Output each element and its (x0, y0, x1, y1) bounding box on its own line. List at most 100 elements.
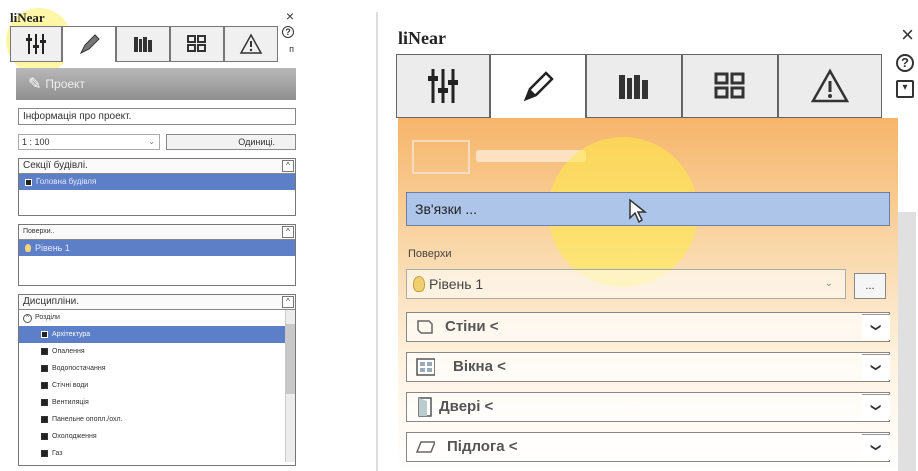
wall-icon (415, 318, 435, 336)
scrollbar[interactable] (285, 310, 295, 462)
tool-grid[interactable] (682, 54, 778, 118)
building-item[interactable]: Головна будівля (19, 174, 295, 190)
disciplines-section: Дисципліни. ^ ^ Розділи Архітектура Опал… (18, 294, 296, 466)
discipline-label: Опалення (52, 348, 85, 355)
building-item-label: Головна будівля (36, 177, 97, 186)
tool-warning[interactable] (224, 26, 278, 62)
project-banner: ✎ Проект (16, 68, 296, 100)
discipline-item[interactable]: Архітектура (19, 326, 285, 343)
tool-edit[interactable] (62, 26, 116, 62)
disciplines-root-label: Розділи (35, 314, 60, 321)
right-panel: liNear × ? ▾ Зв'язки ... Поверхи Рівень … (376, 12, 918, 471)
bulb-icon (413, 276, 425, 292)
category-windows[interactable]: Вікна < ❯ (406, 352, 890, 382)
layer-icon (41, 348, 48, 355)
layer-icon (41, 331, 48, 338)
discipline-label: Вентиляція (52, 399, 89, 406)
category-walls[interactable]: Стіни < ❯ (406, 312, 890, 342)
category-floor[interactable]: Підлога < ❯ (406, 432, 890, 462)
tool-warning[interactable] (778, 54, 882, 118)
cursor-icon (628, 198, 648, 230)
category-label: Підлога < (447, 438, 518, 455)
discipline-label: Охолодження (52, 433, 97, 440)
tool-settings[interactable] (396, 54, 490, 118)
discipline-label: Газ (52, 450, 63, 457)
scrollbar-thumb[interactable] (285, 324, 295, 394)
layer-icon (41, 399, 48, 406)
category-label: Двері < (439, 398, 494, 415)
disciplines-root[interactable]: ^ Розділи (19, 310, 295, 326)
sliders-icon (428, 69, 458, 103)
floors-header-label: Поверхи.. (23, 228, 55, 235)
app-title: liNear (10, 10, 45, 25)
category-doors[interactable]: Двері < ❯ (406, 392, 890, 422)
sliders-icon (26, 34, 46, 54)
expand-icon: ^ (23, 313, 32, 323)
chevron-down-icon[interactable]: ❯ (862, 394, 890, 420)
discipline-item[interactable]: Водопостачання (19, 360, 295, 377)
chevron-down-icon[interactable]: ❯ (862, 434, 890, 460)
layer-icon (41, 365, 48, 372)
warning-icon (239, 33, 263, 54)
pencil-icon (523, 70, 554, 101)
floor-icon (415, 438, 435, 456)
chevron-down-icon[interactable]: ❯ (862, 314, 890, 340)
layer-icon (41, 433, 48, 440)
category-label: Вікна < (453, 358, 506, 375)
door-icon (415, 397, 435, 417)
close-icon[interactable]: × (901, 22, 914, 48)
tool-settings[interactable] (10, 26, 62, 62)
discipline-item[interactable]: Опалення (19, 343, 295, 360)
chevron-down-icon: ⌄ (824, 278, 833, 289)
tool-library[interactable] (116, 26, 170, 62)
frame-border (376, 12, 378, 471)
tool-grid[interactable] (170, 26, 224, 62)
collapse-icon[interactable]: ^ (282, 226, 294, 238)
layer-icon (41, 416, 48, 423)
discipline-label: Панельне опопл./охл. (52, 416, 123, 423)
floors-label: Поверхи (408, 248, 452, 260)
category-label: Стіни < (445, 318, 499, 335)
discipline-label: Архітектура (52, 331, 91, 338)
project-info-field[interactable]: Інформація про проект. (18, 108, 296, 125)
pen-icon: ✎ (28, 76, 42, 93)
buildings-header: Секції будівлі. ^ (19, 159, 295, 174)
app-title: liNear (398, 28, 446, 48)
layer-icon (41, 382, 48, 389)
warning-icon (810, 68, 850, 103)
scrollbar[interactable] (898, 212, 916, 471)
help-icon[interactable]: ? (282, 26, 294, 38)
discipline-item[interactable]: Стічні води (19, 377, 295, 394)
disciplines-header: Дисципліни. ^ (19, 295, 295, 310)
collapse-icon[interactable]: ^ (282, 160, 294, 172)
floors-section: Поверхи.. ^ Рівень 1 (18, 224, 296, 286)
project-icon (412, 140, 470, 174)
discipline-item[interactable]: Панельне опопл./охл. (19, 411, 295, 428)
scale-value: 1 : 100 (22, 137, 50, 147)
chevron-down-icon[interactable]: ❯ (862, 354, 890, 380)
grid-icon (187, 35, 206, 52)
scale-select[interactable]: 1 : 100 ⌄ (18, 134, 160, 150)
disciplines-header-label: Дисципліни. (23, 296, 80, 307)
books-icon (134, 37, 152, 52)
discipline-item[interactable]: Газ (19, 445, 295, 462)
grid-icon (714, 72, 745, 99)
discipline-item[interactable]: Охолодження (19, 428, 295, 445)
more-button[interactable]: ... (854, 273, 886, 299)
tool-library[interactable] (586, 54, 682, 118)
discipline-item[interactable]: Вентиляція (19, 394, 295, 411)
discipline-label: Водопостачання (52, 365, 106, 372)
help-suffix: п (289, 44, 294, 54)
bulb-icon (25, 244, 31, 252)
close-icon[interactable]: × (286, 8, 294, 24)
tool-edit[interactable] (490, 54, 586, 118)
chevron-down-icon: ⌄ (148, 137, 155, 146)
collapse-icon[interactable]: ^ (282, 296, 294, 308)
menu-icon[interactable]: ▾ (896, 80, 914, 98)
level-select[interactable]: Рівень 1 ⌄ (406, 269, 846, 299)
help-icon[interactable]: ? (896, 54, 914, 72)
floor-item[interactable]: Рівень 1 (19, 240, 295, 256)
units-button[interactable]: Одиниці. (166, 134, 296, 150)
links-field[interactable]: Зв'язки ... (406, 192, 890, 226)
pencil-icon (79, 33, 100, 54)
